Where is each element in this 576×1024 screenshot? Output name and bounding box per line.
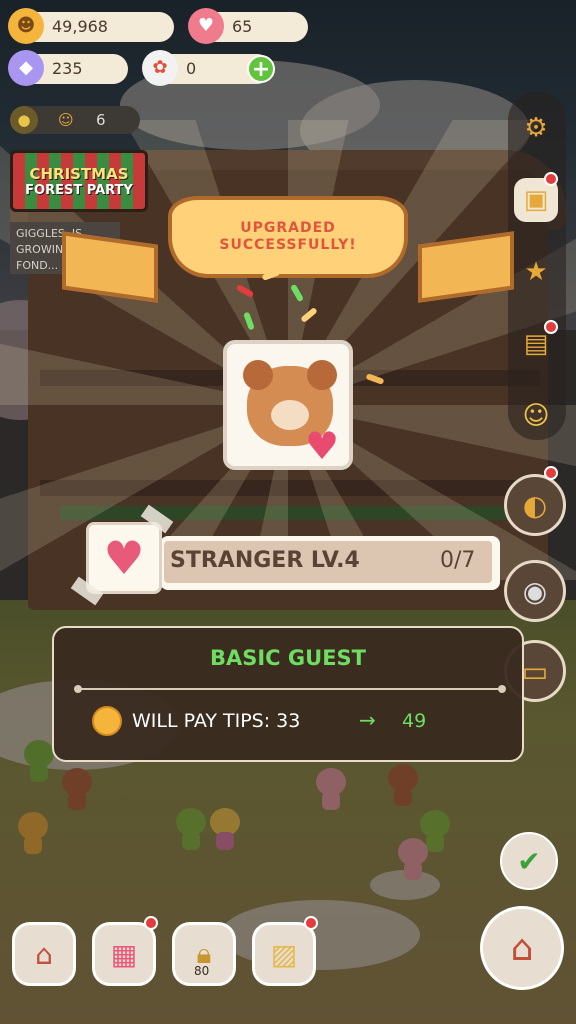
guest-check-button[interactable]: ✔ xyxy=(500,832,558,890)
coin-icon xyxy=(92,706,122,736)
heart-icon: ♥ xyxy=(86,522,162,594)
notification-dot xyxy=(304,916,318,930)
relationship-level: STRANGER LV.4 xyxy=(170,548,360,573)
add-currency-button[interactable]: + xyxy=(247,55,275,83)
friends-icon[interactable]: ☺ xyxy=(514,394,558,438)
mushroom-house-icon: ⌂ xyxy=(35,937,53,971)
gingerbread-icon: ☺ xyxy=(58,111,74,129)
tips-label: WILL PAY TIPS: 33 xyxy=(132,710,301,732)
notification-dot xyxy=(144,916,158,930)
crystals-counter[interactable]: ◆ 235 xyxy=(8,50,128,86)
coins-counter[interactable]: ☻ 49,968 xyxy=(8,8,174,44)
heart-icon: ♥ xyxy=(305,424,340,468)
guest-type-title: BASIC GUEST xyxy=(209,646,366,670)
notification-dot xyxy=(544,320,558,334)
arrow-right-icon: → xyxy=(359,708,376,732)
coins-value: 49,968 xyxy=(52,17,108,36)
upgrade-banner: UPGRADED SUCCESSFULLY! xyxy=(168,196,408,278)
flower-icon: ✿ xyxy=(142,50,178,86)
crystals-value: 235 xyxy=(52,59,83,78)
tips-new-value: 49 xyxy=(402,710,427,732)
guest-info-panel: BASIC GUEST WILL PAY TIPS: 33 → 49 xyxy=(52,626,524,762)
raccoon-icon[interactable]: ◉ xyxy=(504,560,566,622)
event-banner[interactable]: CHRISTMAS FOREST PARTY xyxy=(10,150,148,212)
check-icon: ✔ xyxy=(517,844,541,878)
mushroom-house-button[interactable]: ⌂ xyxy=(12,922,76,986)
notification-dot xyxy=(544,466,558,480)
event-subtitle: FOREST PARTY xyxy=(25,182,133,198)
gem-icon: ♥ xyxy=(188,8,224,44)
level-count: 6 xyxy=(96,111,106,129)
pie-icon[interactable]: ◐ xyxy=(504,474,566,536)
recipe-card-icon: ▦ xyxy=(110,937,138,971)
flowers-value: 0 xyxy=(186,59,197,78)
banner-line1: UPGRADED xyxy=(240,220,336,236)
badge-icon: ● xyxy=(10,106,38,134)
recipe-card-button[interactable]: ▦ xyxy=(92,922,156,986)
coin-icon: ☻ xyxy=(8,8,44,44)
shop-bag-button[interactable]: ▨ xyxy=(252,922,316,986)
event-title: CHRISTMAS xyxy=(29,164,129,183)
divider xyxy=(74,685,506,693)
guest-level-indicator[interactable]: ● ☺ 6 xyxy=(10,106,140,134)
shop-stall-icon: ⌂ xyxy=(510,927,534,969)
star-trophy-icon[interactable]: ★ xyxy=(514,250,558,294)
gems-value: 65 xyxy=(232,17,253,36)
shop-stall-button[interactable]: ⌂ xyxy=(480,906,564,990)
relationship-progress: 0/7 xyxy=(440,548,476,573)
gear-icon[interactable]: ⚙ xyxy=(514,106,558,150)
banner-line2: SUCCESSFULLY! xyxy=(219,237,357,253)
notification-dot xyxy=(544,172,558,186)
guest-portrait: ♥ xyxy=(223,340,353,470)
lock-count: 80 xyxy=(194,964,210,978)
shopping-bag-icon: ▨ xyxy=(270,937,298,971)
gems-counter[interactable]: ♥ 65 xyxy=(188,8,308,44)
crystal-icon: ◆ xyxy=(8,50,44,86)
